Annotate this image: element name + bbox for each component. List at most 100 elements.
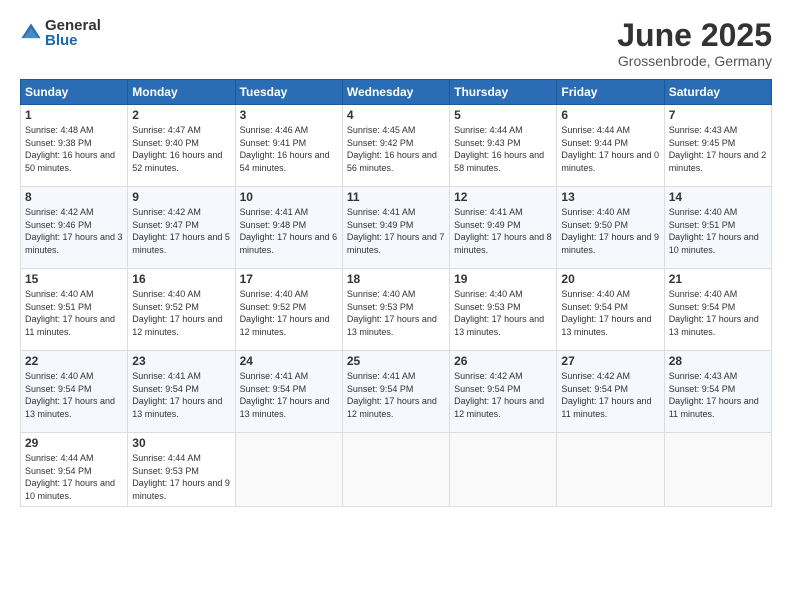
cell-info: Sunrise: 4:41 AMSunset: 9:54 PMDaylight:… bbox=[240, 371, 330, 419]
table-row: 4Sunrise: 4:45 AMSunset: 9:42 PMDaylight… bbox=[342, 105, 449, 187]
day-number: 9 bbox=[132, 190, 230, 204]
day-number: 22 bbox=[25, 354, 123, 368]
cell-info: Sunrise: 4:41 AMSunset: 9:48 PMDaylight:… bbox=[240, 207, 338, 255]
table-row: 11 Sunrise: 4:41 AMSunset: 9:49 PMDayligh… bbox=[342, 187, 449, 269]
cell-info: Sunrise: 4:42 AMSunset: 9:47 PMDaylight:… bbox=[132, 207, 230, 255]
table-row: 8 Sunrise: 4:42 AMSunset: 9:46 PMDaylight… bbox=[21, 187, 128, 269]
table-row: 26 Sunrise: 4:42 AMSunset: 9:54 PMDayligh… bbox=[450, 351, 557, 433]
cell-info: Sunrise: 4:41 AMSunset: 9:54 PMDaylight:… bbox=[347, 371, 437, 419]
cell-info: Sunrise: 4:43 AMSunset: 9:45 PMDaylight:… bbox=[669, 125, 767, 173]
table-row: 20 Sunrise: 4:40 AMSunset: 9:54 PMDayligh… bbox=[557, 269, 664, 351]
table-row: 15 Sunrise: 4:40 AMSunset: 9:51 PMDayligh… bbox=[21, 269, 128, 351]
logo-blue-text: Blue bbox=[45, 33, 101, 48]
table-row: 12 Sunrise: 4:41 AMSunset: 9:49 PMDayligh… bbox=[450, 187, 557, 269]
day-number: 23 bbox=[132, 354, 230, 368]
cell-info: Sunrise: 4:40 AMSunset: 9:54 PMDaylight:… bbox=[25, 371, 115, 419]
cell-info: Sunrise: 4:40 AMSunset: 9:52 PMDaylight:… bbox=[132, 289, 222, 337]
cell-info: Sunrise: 4:47 AMSunset: 9:40 PMDaylight:… bbox=[132, 125, 222, 173]
table-row: 18 Sunrise: 4:40 AMSunset: 9:53 PMDayligh… bbox=[342, 269, 449, 351]
day-number: 3 bbox=[240, 108, 338, 122]
day-number: 27 bbox=[561, 354, 659, 368]
day-number: 28 bbox=[669, 354, 767, 368]
table-row: 5Sunrise: 4:44 AMSunset: 9:43 PMDaylight… bbox=[450, 105, 557, 187]
cell-info: Sunrise: 4:40 AMSunset: 9:51 PMDaylight:… bbox=[25, 289, 115, 337]
table-row bbox=[450, 433, 557, 506]
day-number: 11 bbox=[347, 190, 445, 204]
table-row: 14Sunrise: 4:40 AMSunset: 9:51 PMDayligh… bbox=[664, 187, 771, 269]
table-row bbox=[557, 433, 664, 506]
table-row: 17 Sunrise: 4:40 AMSunset: 9:52 PMDayligh… bbox=[235, 269, 342, 351]
table-row: 16 Sunrise: 4:40 AMSunset: 9:52 PMDayligh… bbox=[128, 269, 235, 351]
cell-info: Sunrise: 4:44 AMSunset: 9:44 PMDaylight:… bbox=[561, 125, 659, 173]
day-number: 17 bbox=[240, 272, 338, 286]
day-number: 1 bbox=[25, 108, 123, 122]
table-row: 19Sunrise: 4:40 AMSunset: 9:53 PMDayligh… bbox=[450, 269, 557, 351]
cell-info: Sunrise: 4:40 AMSunset: 9:54 PMDaylight:… bbox=[561, 289, 651, 337]
table-row: 3 Sunrise: 4:46 AMSunset: 9:41 PMDaylight… bbox=[235, 105, 342, 187]
day-number: 12 bbox=[454, 190, 552, 204]
cell-info: Sunrise: 4:48 AMSunset: 9:38 PMDaylight:… bbox=[25, 125, 115, 173]
cell-info: Sunrise: 4:42 AMSunset: 9:54 PMDaylight:… bbox=[561, 371, 651, 419]
table-row: 6 Sunrise: 4:44 AMSunset: 9:44 PMDaylight… bbox=[557, 105, 664, 187]
cell-info: Sunrise: 4:42 AMSunset: 9:54 PMDaylight:… bbox=[454, 371, 544, 419]
table-row: 30Sunrise: 4:44 AMSunset: 9:53 PMDayligh… bbox=[128, 433, 235, 506]
cell-info: Sunrise: 4:43 AMSunset: 9:54 PMDaylight:… bbox=[669, 371, 759, 419]
cell-info: Sunrise: 4:40 AMSunset: 9:51 PMDaylight:… bbox=[669, 207, 759, 255]
table-row: 25 Sunrise: 4:41 AMSunset: 9:54 PMDayligh… bbox=[342, 351, 449, 433]
table-row: 23 Sunrise: 4:41 AMSunset: 9:54 PMDayligh… bbox=[128, 351, 235, 433]
table-row: 28 Sunrise: 4:43 AMSunset: 9:54 PMDayligh… bbox=[664, 351, 771, 433]
cell-info: Sunrise: 4:42 AMSunset: 9:46 PMDaylight:… bbox=[25, 207, 123, 255]
table-row: 22 Sunrise: 4:40 AMSunset: 9:54 PMDayligh… bbox=[21, 351, 128, 433]
day-number: 24 bbox=[240, 354, 338, 368]
col-wednesday: Wednesday bbox=[342, 80, 449, 105]
col-tuesday: Tuesday bbox=[235, 80, 342, 105]
day-number: 6 bbox=[561, 108, 659, 122]
cell-info: Sunrise: 4:40 AMSunset: 9:54 PMDaylight:… bbox=[669, 289, 759, 337]
calendar-header-row: Sunday Monday Tuesday Wednesday Thursday… bbox=[21, 80, 772, 105]
table-row: 29 Sunrise: 4:44 AMSunset: 9:54 PMDayligh… bbox=[21, 433, 128, 506]
day-number: 15 bbox=[25, 272, 123, 286]
table-row: 2 Sunrise: 4:47 AMSunset: 9:40 PMDaylight… bbox=[128, 105, 235, 187]
day-number: 20 bbox=[561, 272, 659, 286]
day-number: 13 bbox=[561, 190, 659, 204]
table-row: 27 Sunrise: 4:42 AMSunset: 9:54 PMDayligh… bbox=[557, 351, 664, 433]
cell-info: Sunrise: 4:44 AMSunset: 9:54 PMDaylight:… bbox=[25, 453, 115, 501]
day-number: 16 bbox=[132, 272, 230, 286]
day-number: 4 bbox=[347, 108, 445, 122]
table-row: 10 Sunrise: 4:41 AMSunset: 9:48 PMDayligh… bbox=[235, 187, 342, 269]
cell-info: Sunrise: 4:40 AMSunset: 9:53 PMDaylight:… bbox=[347, 289, 437, 337]
logo-icon bbox=[20, 22, 42, 44]
cell-info: Sunrise: 4:41 AMSunset: 9:54 PMDaylight:… bbox=[132, 371, 222, 419]
day-number: 21 bbox=[669, 272, 767, 286]
cell-info: Sunrise: 4:46 AMSunset: 9:41 PMDaylight:… bbox=[240, 125, 330, 173]
table-row: 24 Sunrise: 4:41 AMSunset: 9:54 PMDayligh… bbox=[235, 351, 342, 433]
day-number: 5 bbox=[454, 108, 552, 122]
col-monday: Monday bbox=[128, 80, 235, 105]
day-number: 29 bbox=[25, 436, 123, 450]
logo-text: General Blue bbox=[45, 18, 101, 48]
day-number: 10 bbox=[240, 190, 338, 204]
day-number: 2 bbox=[132, 108, 230, 122]
calendar-table: Sunday Monday Tuesday Wednesday Thursday… bbox=[20, 79, 772, 506]
day-number: 7 bbox=[669, 108, 767, 122]
day-number: 26 bbox=[454, 354, 552, 368]
col-thursday: Thursday bbox=[450, 80, 557, 105]
cell-info: Sunrise: 4:41 AMSunset: 9:49 PMDaylight:… bbox=[454, 207, 552, 255]
col-friday: Friday bbox=[557, 80, 664, 105]
cell-info: Sunrise: 4:40 AMSunset: 9:50 PMDaylight:… bbox=[561, 207, 659, 255]
table-row: 13 Sunrise: 4:40 AMSunset: 9:50 PMDayligh… bbox=[557, 187, 664, 269]
table-row bbox=[235, 433, 342, 506]
day-number: 19 bbox=[454, 272, 552, 286]
table-row bbox=[664, 433, 771, 506]
table-row: 9 Sunrise: 4:42 AMSunset: 9:47 PMDaylight… bbox=[128, 187, 235, 269]
cell-info: Sunrise: 4:41 AMSunset: 9:49 PMDaylight:… bbox=[347, 207, 445, 255]
table-row: 1 Sunrise: 4:48 AMSunset: 9:38 PMDaylight… bbox=[21, 105, 128, 187]
day-number: 18 bbox=[347, 272, 445, 286]
title-area: June 2025 Grossenbrode, Germany bbox=[617, 18, 772, 69]
day-number: 25 bbox=[347, 354, 445, 368]
logo: General Blue bbox=[20, 18, 101, 48]
logo-general-text: General bbox=[45, 18, 101, 33]
day-number: 30 bbox=[132, 436, 230, 450]
day-number: 8 bbox=[25, 190, 123, 204]
cell-info: Sunrise: 4:40 AMSunset: 9:52 PMDaylight:… bbox=[240, 289, 330, 337]
